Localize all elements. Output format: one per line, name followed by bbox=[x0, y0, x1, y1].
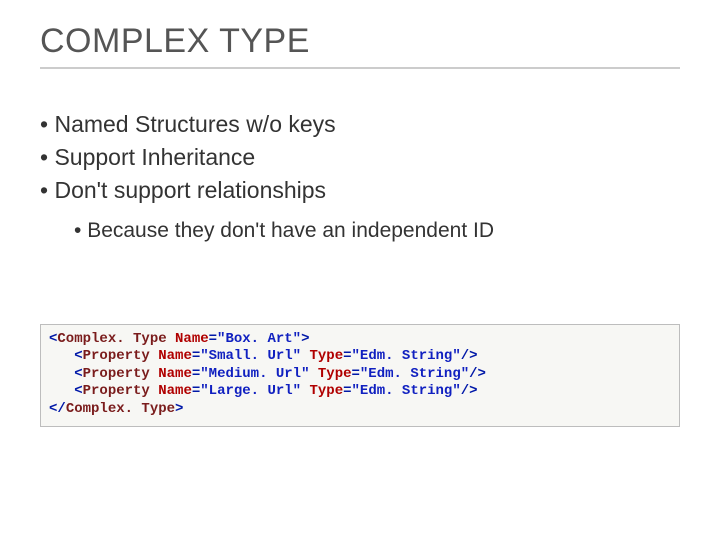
code-attr-name: Name bbox=[158, 366, 192, 382]
title-underline bbox=[40, 67, 680, 69]
code-close-tag: Complex. Type bbox=[66, 401, 175, 417]
slide-title: COMPLEX TYPE bbox=[40, 22, 680, 61]
bullet-item: Named Structures w/o keys bbox=[40, 109, 680, 140]
code-attr-name: Name bbox=[175, 331, 209, 347]
bullet-list: Named Structures w/o keys Support Inheri… bbox=[40, 109, 680, 208]
code-attr-name: Type bbox=[310, 383, 344, 399]
code-attr-name: Type bbox=[318, 366, 352, 382]
bullet-item: Don't support relationships bbox=[40, 175, 680, 206]
bullet-item: Support Inheritance bbox=[40, 142, 680, 173]
sub-bullet-item: Because they don't have an independent I… bbox=[74, 216, 680, 245]
sub-bullet-list: Because they don't have an independent I… bbox=[40, 216, 680, 245]
code-attr-value: "Box. Art" bbox=[217, 331, 301, 347]
code-sample: <Complex. Type Name="Box. Art"> <Propert… bbox=[40, 324, 680, 428]
code-open-tag: Complex. Type bbox=[57, 331, 166, 347]
code-attr-name: Name bbox=[158, 383, 192, 399]
code-attr-value: "Edm. String" bbox=[352, 348, 461, 364]
code-attr-value: "Small. Url" bbox=[200, 348, 301, 364]
code-attr-name: Name bbox=[158, 348, 192, 364]
code-attr-name: Type bbox=[310, 348, 344, 364]
code-prop-tag: Property bbox=[83, 366, 150, 382]
code-prop-tag: Property bbox=[83, 383, 150, 399]
code-attr-value: "Edm. String" bbox=[360, 366, 469, 382]
code-prop-tag: Property bbox=[83, 348, 150, 364]
code-attr-value: "Edm. String" bbox=[352, 383, 461, 399]
code-attr-value: "Medium. Url" bbox=[200, 366, 309, 382]
code-attr-value: "Large. Url" bbox=[200, 383, 301, 399]
slide: COMPLEX TYPE Named Structures w/o keys S… bbox=[0, 0, 720, 540]
